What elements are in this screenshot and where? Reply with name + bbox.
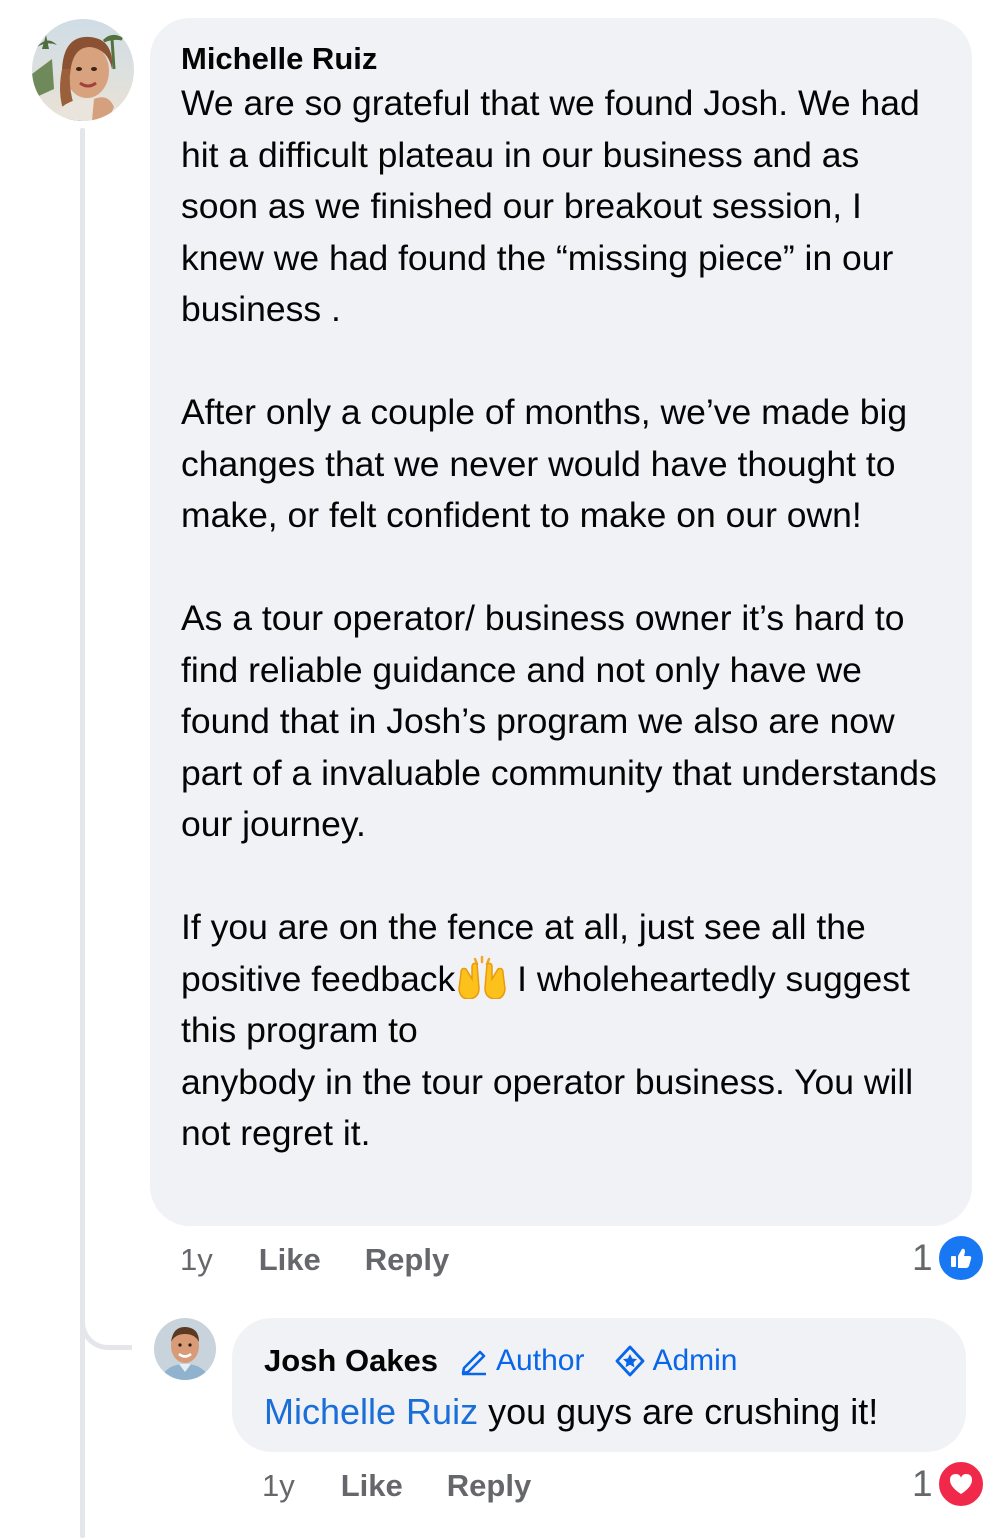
shield-star-icon <box>616 1345 645 1377</box>
like-icon <box>936 1234 985 1282</box>
admin-badge-label: Admin <box>652 1344 738 1377</box>
reaction-count: 1 <box>912 1463 933 1504</box>
comment-bubble: Michelle Ruiz We are so grateful that we… <box>150 18 972 1226</box>
admin-badge: Admin <box>614 1344 737 1378</box>
comment-paragraph: After only a couple of months, we’ve mad… <box>181 392 908 535</box>
author-badge: Author <box>458 1344 584 1378</box>
comment-author-name[interactable]: Michelle Ruiz <box>181 40 942 78</box>
comment-timestamp[interactable]: 1y <box>180 1242 213 1278</box>
comment-text: anybody in the tour operator business. Y… <box>181 1061 914 1154</box>
reply-header: Josh Oakes Author Admin <box>264 1342 938 1380</box>
reaction-summary[interactable]: 1 <box>912 1460 985 1508</box>
like-button[interactable]: Like <box>259 1242 321 1278</box>
pencil-icon <box>461 1350 487 1376</box>
comment-body: We are so grateful that we found Josh. W… <box>181 78 942 1160</box>
profile-photo-icon <box>154 1318 216 1380</box>
reply-body: Michelle Ruiz you guys are crushing it! <box>264 1386 938 1438</box>
mention-link[interactable]: Michelle Ruiz <box>264 1391 478 1432</box>
reply-actions: 1y Like Reply <box>262 1466 575 1506</box>
comment-paragraph: As a tour operator/ business owner it’s … <box>181 598 937 844</box>
reply-timestamp[interactable]: 1y <box>262 1468 295 1504</box>
avatar[interactable] <box>154 1318 216 1380</box>
reaction-summary[interactable]: 1 <box>912 1234 985 1282</box>
author-badge-label: Author <box>496 1344 585 1377</box>
reply-button[interactable]: Reply <box>447 1468 531 1504</box>
comment-paragraph: We are so grateful that we found Josh. W… <box>181 83 920 329</box>
comment-paragraph-last: If you are on the fence at all, just see… <box>181 902 942 1160</box>
like-button[interactable]: Like <box>341 1468 403 1504</box>
comment-actions: 1y Like Reply <box>180 1240 493 1280</box>
reply-bubble: Josh Oakes Author Admin Michelle Ruiz yo… <box>232 1318 966 1452</box>
love-icon <box>936 1460 985 1508</box>
avatar[interactable] <box>32 19 134 121</box>
raising-hands-emoji <box>458 955 507 999</box>
profile-photo-icon <box>32 19 134 121</box>
reply-connector <box>80 1290 132 1350</box>
reaction-count: 1 <box>912 1237 933 1278</box>
reply-author-name[interactable]: Josh Oakes <box>264 1342 438 1380</box>
reply-text: you guys are crushing it! <box>478 1391 879 1432</box>
reply-button[interactable]: Reply <box>365 1242 449 1278</box>
